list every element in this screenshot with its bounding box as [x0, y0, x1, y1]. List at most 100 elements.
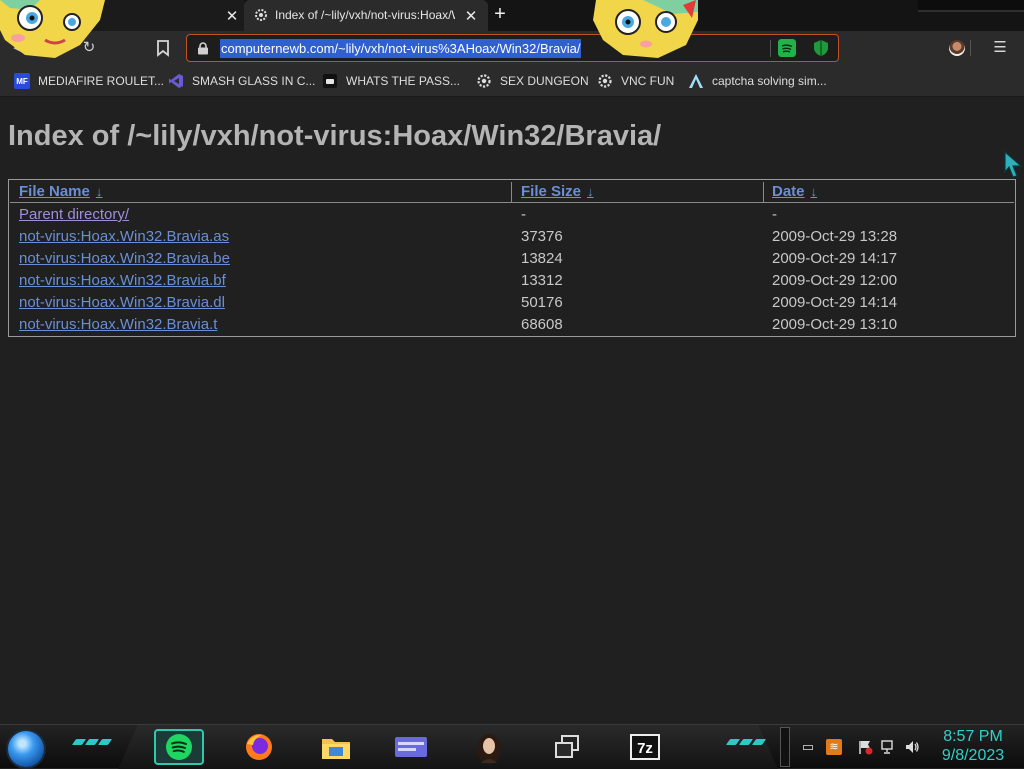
tab-close-icon[interactable]: ✕ — [225, 7, 239, 25]
file-size: 37376 — [521, 228, 563, 245]
bookmark-sex-dungeon[interactable]: SEX DUNGEON — [476, 72, 589, 90]
file-link[interactable]: not-virus:Hoax.Win32.Bravia.t — [19, 314, 217, 336]
sort-arrow-icon[interactable]: ↓ — [811, 184, 818, 199]
bookmark-label: MEDIAFIRE ROULET... — [38, 74, 165, 88]
action-center-flag-icon[interactable] — [857, 739, 873, 755]
spotify-extension-icon[interactable] — [778, 39, 796, 57]
file-link[interactable]: not-virus:Hoax.Win32.Bravia.bf — [19, 270, 226, 292]
file-link[interactable]: not-virus:Hoax.Win32.Bravia.be — [19, 248, 230, 270]
table-row: Parent directory/ - - — [9, 204, 1015, 226]
tab-inactive[interactable]: ✕ — [0, 0, 244, 31]
taskbar-app-spotify[interactable] — [154, 729, 204, 765]
file-size: 13824 — [521, 250, 563, 267]
file-link[interactable]: not-virus:Hoax.Win32.Bravia.dl — [19, 292, 225, 314]
browser-toolbar: ◀ ↻ computernewb.com/~lily/vxh/not-virus… — [0, 31, 1024, 65]
virtual-desktops-icon — [555, 735, 579, 758]
taskbar-decoration — [725, 739, 767, 747]
svg-text:7z: 7z — [637, 740, 653, 757]
start-button[interactable] — [8, 731, 44, 767]
url-text[interactable]: computernewb.com/~lily/vxh/not-virus%3AH… — [220, 39, 582, 58]
tab-title: Index of /~lily/vxh/not-virus:Hoax/Win32… — [275, 8, 455, 22]
portrait-app-icon — [477, 734, 501, 764]
file-date: 2009-Oct-29 13:10 — [772, 316, 898, 333]
spotify-icon — [166, 734, 192, 760]
column-header-file-name[interactable]: File Name ↓ — [19, 183, 102, 203]
bookmark-label: SEX DUNGEON — [500, 74, 589, 88]
taskbar-app-portrait[interactable] — [464, 729, 514, 765]
bot-icon — [323, 74, 337, 88]
file-size: 13312 — [521, 272, 563, 289]
new-tab-button[interactable]: + — [489, 4, 511, 26]
taskbar-app-control-panel[interactable] — [386, 729, 436, 765]
column-header-file-size[interactable]: File Size ↓ — [521, 183, 594, 203]
file-date: 2009-Oct-29 14:17 — [772, 250, 898, 267]
address-bar[interactable]: computernewb.com/~lily/vxh/not-virus%3AH… — [186, 34, 839, 62]
table-row: not-virus:Hoax.Win32.Bravia.be 13824 200… — [9, 248, 1015, 270]
divider — [511, 182, 512, 202]
file-size: 50176 — [521, 294, 563, 311]
file-listing-table: File Name ↓ File Size ↓ Date ↓ Parent direc… — [8, 179, 1016, 337]
clock-date: 9/8/2023 — [941, 747, 1005, 764]
file-date: 2009-Oct-29 13:28 — [772, 228, 898, 245]
tray-overflow-icon[interactable]: ▭ — [800, 739, 816, 755]
column-header-date[interactable]: Date ↓ — [772, 183, 817, 203]
mouse-cursor-icon — [1004, 150, 1023, 178]
tab-close-icon[interactable]: ✕ — [464, 7, 478, 25]
gear-icon — [477, 74, 491, 88]
divider — [763, 182, 764, 202]
bookmark-vnc-fun[interactable]: VNC FUN — [597, 72, 674, 90]
sort-arrow-icon[interactable]: ↓ — [96, 184, 103, 199]
reload-icon[interactable]: ↻ — [78, 37, 100, 59]
parent-directory-link[interactable]: Parent directory/ — [19, 204, 129, 226]
taskbar-app-rail — [118, 725, 778, 769]
tab-strip: ✕ Index of /~lily/vxh/not-virus:Hoax/Win… — [0, 0, 1024, 31]
lock-icon — [198, 42, 208, 55]
taskbar: 7z ▭ ≋ 8:57 PM 9/8/2023 — [0, 724, 1024, 769]
7zip-icon: 7z — [630, 734, 660, 760]
profile-avatar[interactable] — [949, 40, 965, 56]
tray-app-icon[interactable]: ≋ — [826, 739, 842, 755]
bookmarks-bar: MF MEDIAFIRE ROULET... SMASH GLASS IN C.… — [0, 65, 1024, 97]
bookmark-captcha[interactable]: captcha solving sim... — [688, 72, 827, 90]
sort-arrow-icon[interactable]: ↓ — [587, 184, 594, 199]
clock-time: 8:57 PM — [943, 728, 1003, 745]
firefox-icon — [246, 734, 272, 760]
taskbar-app-7zip[interactable]: 7z — [620, 729, 670, 765]
menu-icon[interactable]: ☰ — [990, 38, 1010, 58]
bookmark-mediafire[interactable]: MF MEDIAFIRE ROULET... — [14, 72, 164, 90]
divider — [970, 40, 971, 56]
taskbar-decoration — [71, 739, 113, 747]
bookmark-label: VNC FUN — [621, 74, 675, 88]
taskbar-app-file-explorer[interactable] — [311, 729, 361, 765]
bookmark-label: WHATS THE PASS... — [346, 74, 461, 88]
tab-active[interactable]: Index of /~lily/vxh/not-virus:Hoax/Win32… — [244, 0, 488, 31]
back-icon[interactable]: ◀ — [8, 37, 30, 59]
taskbar-app-virtual-desktops[interactable] — [542, 729, 592, 765]
gear-icon — [255, 9, 267, 21]
bookmark-icon[interactable] — [155, 39, 171, 57]
network-icon[interactable] — [880, 739, 896, 755]
divider — [10, 202, 1014, 203]
file-explorer-icon — [322, 739, 350, 759]
file-date: 2009-Oct-29 14:14 — [772, 294, 898, 311]
show-desktop-button[interactable] — [780, 727, 790, 767]
arrow-logo-icon — [689, 74, 703, 88]
file-size: 68608 — [521, 316, 563, 333]
file-date: - — [772, 206, 777, 223]
table-row: not-virus:Hoax.Win32.Bravia.t 68608 2009… — [9, 314, 1015, 336]
bookmark-label: captcha solving sim... — [712, 74, 827, 88]
taskbar-app-firefox[interactable] — [234, 729, 284, 765]
file-link[interactable]: not-virus:Hoax.Win32.Bravia.as — [19, 226, 229, 248]
taskbar-clock[interactable]: 8:57 PM 9/8/2023 — [928, 727, 1018, 765]
table-row: not-virus:Hoax.Win32.Bravia.dl 50176 200… — [9, 292, 1015, 314]
window-controls[interactable] — [918, 0, 1024, 12]
page-title: Index of /~lily/vxh/not-virus:Hoax/Win32… — [8, 120, 662, 152]
gear-icon — [598, 74, 612, 88]
table-row: not-virus:Hoax.Win32.Bravia.bf 13312 200… — [9, 270, 1015, 292]
divider — [770, 40, 771, 57]
bookmark-smash-glass[interactable]: SMASH GLASS IN C... — [168, 72, 315, 90]
bookmark-whats-the-pass[interactable]: WHATS THE PASS... — [322, 72, 460, 90]
mediafire-icon: MF — [14, 73, 30, 89]
volume-icon[interactable] — [904, 739, 920, 755]
shield-extension-icon[interactable] — [812, 39, 830, 57]
